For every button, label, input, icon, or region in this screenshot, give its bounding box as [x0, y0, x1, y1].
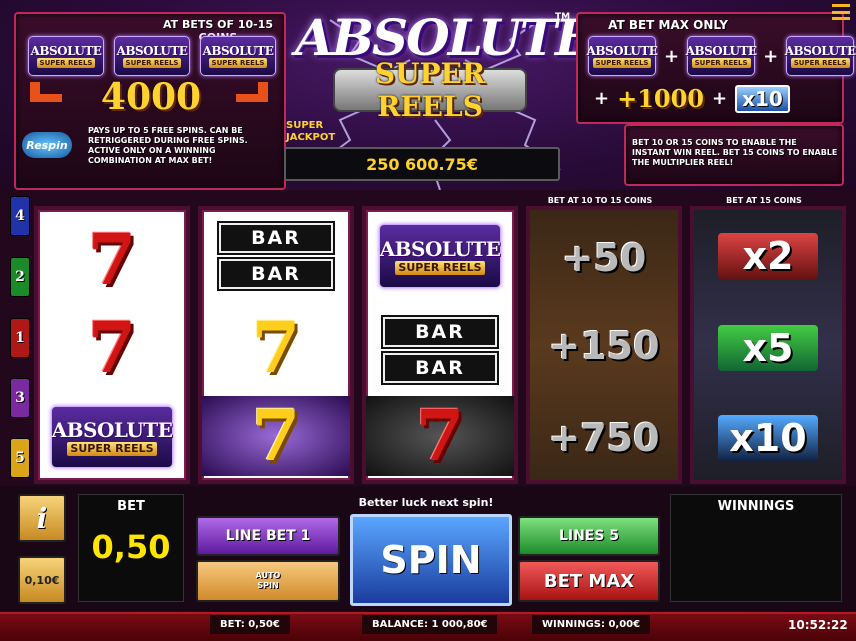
instant-win-info-panel: BET 10 OR 15 COINS TO ENABLE THE INSTANT… — [624, 124, 844, 186]
clock: 10:52:22 — [788, 618, 848, 632]
bet-value: 0,50 — [91, 528, 171, 566]
bet-label: BET — [117, 499, 145, 514]
bottom-bet: BET: 0,50€ — [210, 615, 290, 634]
plus-icon: + — [664, 45, 680, 67]
hamburger-icon[interactable] — [832, 4, 850, 20]
bottom-balance: BALANCE: 1 000,80€ — [362, 615, 498, 634]
coin-value-button[interactable]: 0,10€ — [18, 556, 66, 604]
payline-button-1[interactable]: 1 — [10, 318, 30, 358]
respin-description: PAYS UP TO 5 FREE SPINS. CAN BE RETRIGGE… — [88, 126, 248, 165]
double-bar-symbol: BAR BAR — [202, 216, 350, 296]
absolute-logo: ABSOLUTE SUPER REELS — [114, 36, 190, 76]
arrow-right-icon — [236, 82, 268, 102]
prize-plus-1000: +1000 — [617, 84, 704, 113]
absolute-logo: ABSOLUTE SUPER REELS — [28, 36, 104, 76]
info-button[interactable]: i — [18, 494, 66, 542]
auto-spin-label-2: SPIN — [257, 581, 279, 590]
plus-icon: + — [594, 88, 610, 109]
winnings-display: WINNINGS — [670, 494, 842, 602]
bottom-winnings: WINNINGS: 0,00€ — [532, 615, 651, 634]
spin-button[interactable]: SPIN — [350, 514, 512, 606]
instant-win-value: +50 — [561, 236, 647, 280]
multiplier-heading: BET AT 15 COINS — [726, 196, 802, 205]
reel-3: ABSOLUTE SUPER REELS BAR BAR 7 — [362, 206, 518, 484]
double-bar-symbol: BAR BAR — [366, 310, 514, 390]
absolute-logo: ABSOLUTE SUPER REELS — [686, 36, 757, 76]
reel-2: BAR BAR 7 7 — [198, 206, 354, 484]
instant-win-reel: +50 +150 +750 — [526, 206, 682, 484]
auto-spin-label-1: AUTO — [255, 571, 281, 580]
bet-max-panel: AT BET MAX ONLY ABSOLUTE SUPER REELS + AB… — [576, 12, 856, 124]
auto-spin-button[interactable]: AUTO SPIN — [196, 560, 340, 602]
gold-seven-electric-symbol: 7 — [202, 396, 350, 476]
instant-win-value: +750 — [548, 416, 660, 460]
prize-4000: 4000 — [100, 76, 202, 118]
multiplier-reel: x2 x5 x10 — [690, 206, 846, 484]
logo-row: ABSOLUTE SUPER REELS + ABSOLUTE SUPER REEL… — [587, 36, 856, 76]
payline-button-3[interactable]: 3 — [10, 378, 30, 418]
absolute-logo-symbol: ABSOLUTE SUPER REELS — [38, 402, 186, 472]
plus-icon: + — [712, 88, 728, 109]
absolute-logo: ABSOLUTE SUPER REELS — [587, 36, 658, 76]
red-seven-symbol: 7 — [87, 218, 137, 301]
multiplier-x10: x10 — [718, 415, 818, 461]
line-bet-button[interactable]: LINE BET 1 — [196, 516, 340, 556]
game-logo: ABSOLUTE SUPER REELS — [295, 10, 593, 124]
absolute-logo-symbol: ABSOLUTE SUPER REELS — [366, 216, 514, 296]
payline-button-5[interactable]: 5 — [10, 438, 30, 478]
panel-heading: AT BET MAX ONLY — [608, 18, 728, 32]
multiplier-x2: x2 — [718, 233, 818, 279]
bet-display: BET 0,50 — [78, 494, 184, 602]
instant-win-description: BET 10 OR 15 COINS TO ENABLE THE INSTANT… — [632, 138, 838, 167]
respin-icon: Respin — [22, 132, 72, 158]
lines-button[interactable]: LINES 5 — [518, 516, 660, 556]
reel-1: 7 7 ABSOLUTE SUPER REELS — [34, 206, 190, 484]
absolute-logo: ABSOLUTE SUPER REELS — [200, 36, 276, 76]
gold-seven-symbol: 7 — [251, 306, 301, 389]
bet-max-prize-row: + +1000 + x10 — [594, 84, 790, 113]
bet-max-button[interactable]: BET MAX — [518, 560, 660, 602]
multiplier-x10-badge: x10 — [735, 84, 790, 113]
max-bet-feature-panel: AT BETS OF 10-15 COINS ABSOLUTESUPER REE… — [14, 12, 286, 190]
winnings-label: WINNINGS — [717, 499, 795, 514]
multicolor-seven-symbol: 7 — [366, 396, 514, 476]
logo-subtitle: SUPER REELS — [374, 57, 486, 123]
absolute-logo: ABSOLUTE SUPER REELS — [785, 36, 856, 76]
payline-button-4[interactable]: 4 — [10, 196, 30, 236]
payline-button-2[interactable]: 2 — [10, 257, 30, 297]
jackpot-value: 250 600.75€ — [284, 147, 560, 181]
plus-icon: + — [763, 45, 779, 67]
jackpot-label: SUPER JACKPOT — [286, 120, 336, 143]
trademark: TM — [555, 12, 571, 22]
instant-win-heading: BET AT 10 TO 15 COINS — [547, 196, 653, 205]
status-message: Better luck next spin! — [358, 496, 494, 509]
multiplier-x5: x5 — [718, 325, 818, 371]
logo-row: ABSOLUTE SUPER REELS ABSOLUTE SUPER REELS … — [28, 36, 276, 76]
red-seven-symbol: 7 — [87, 306, 137, 389]
instant-win-value: +150 — [548, 324, 660, 368]
arrow-left-icon — [30, 82, 62, 102]
